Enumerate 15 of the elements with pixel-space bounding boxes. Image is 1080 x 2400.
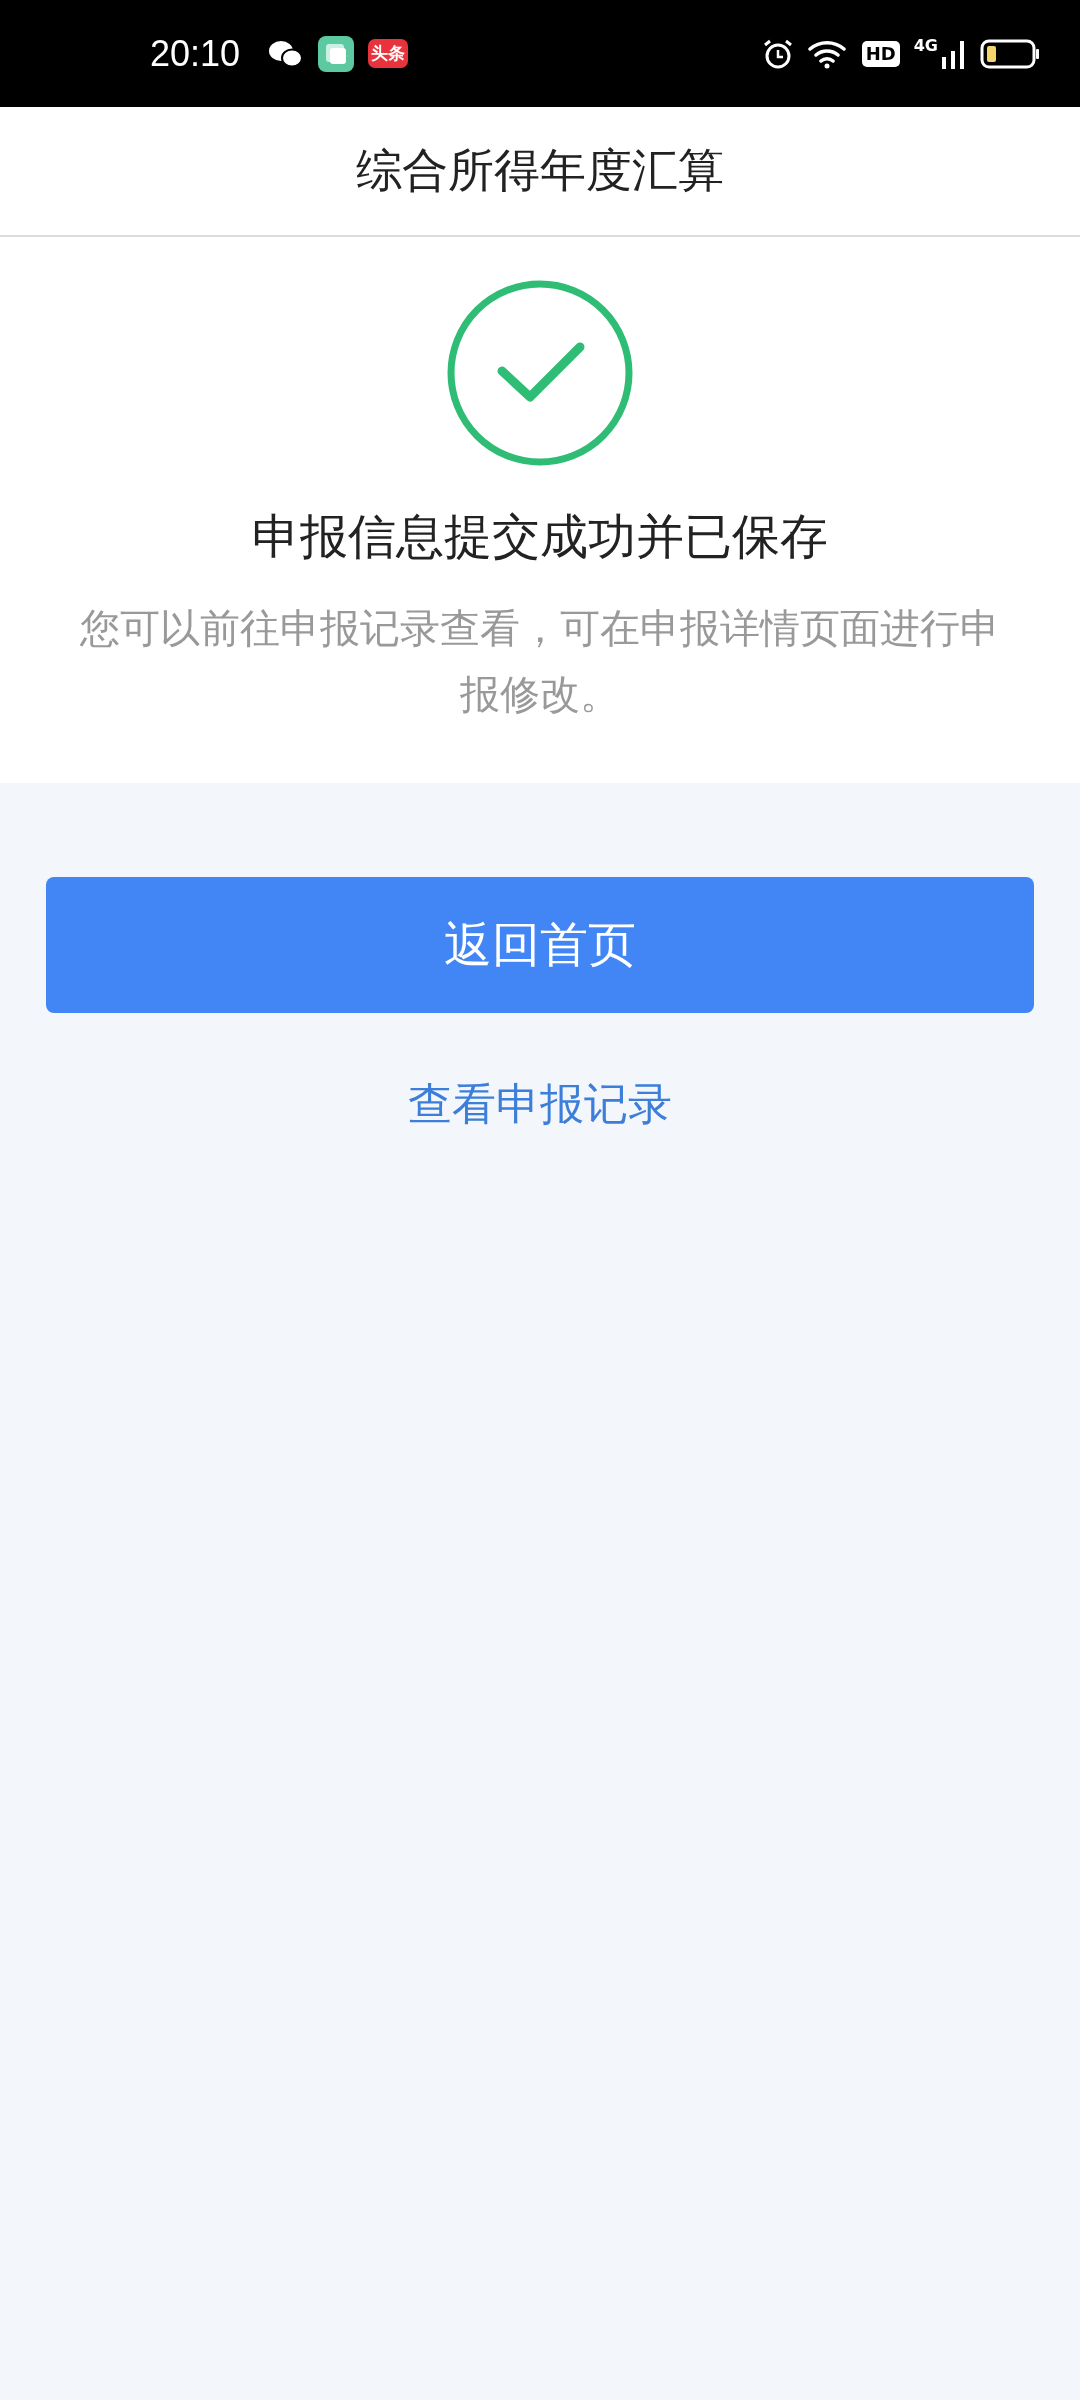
success-check-icon <box>446 279 634 467</box>
app-icon <box>318 35 355 72</box>
battery-icon <box>980 38 1040 69</box>
page-title: 综合所得年度汇算 <box>356 142 724 199</box>
wifi-icon <box>807 38 848 69</box>
result-message: 您可以前往申报记录查看，可在申报详情页面进行申报修改。 <box>80 604 1000 719</box>
alarm-clock-icon <box>761 37 794 70</box>
signal-icon <box>942 38 966 69</box>
records-link[interactable]: 查看申报记录 <box>408 1075 672 1134</box>
network-label: 4G <box>913 36 938 55</box>
hd-badge: HD <box>861 40 900 67</box>
app-badge: 头条 <box>368 39 409 68</box>
result-title: 申报信息提交成功并已保存 <box>252 507 828 566</box>
home-button[interactable]: 返回首页 <box>46 877 1034 1013</box>
clock-time: 20:10 <box>150 32 241 75</box>
